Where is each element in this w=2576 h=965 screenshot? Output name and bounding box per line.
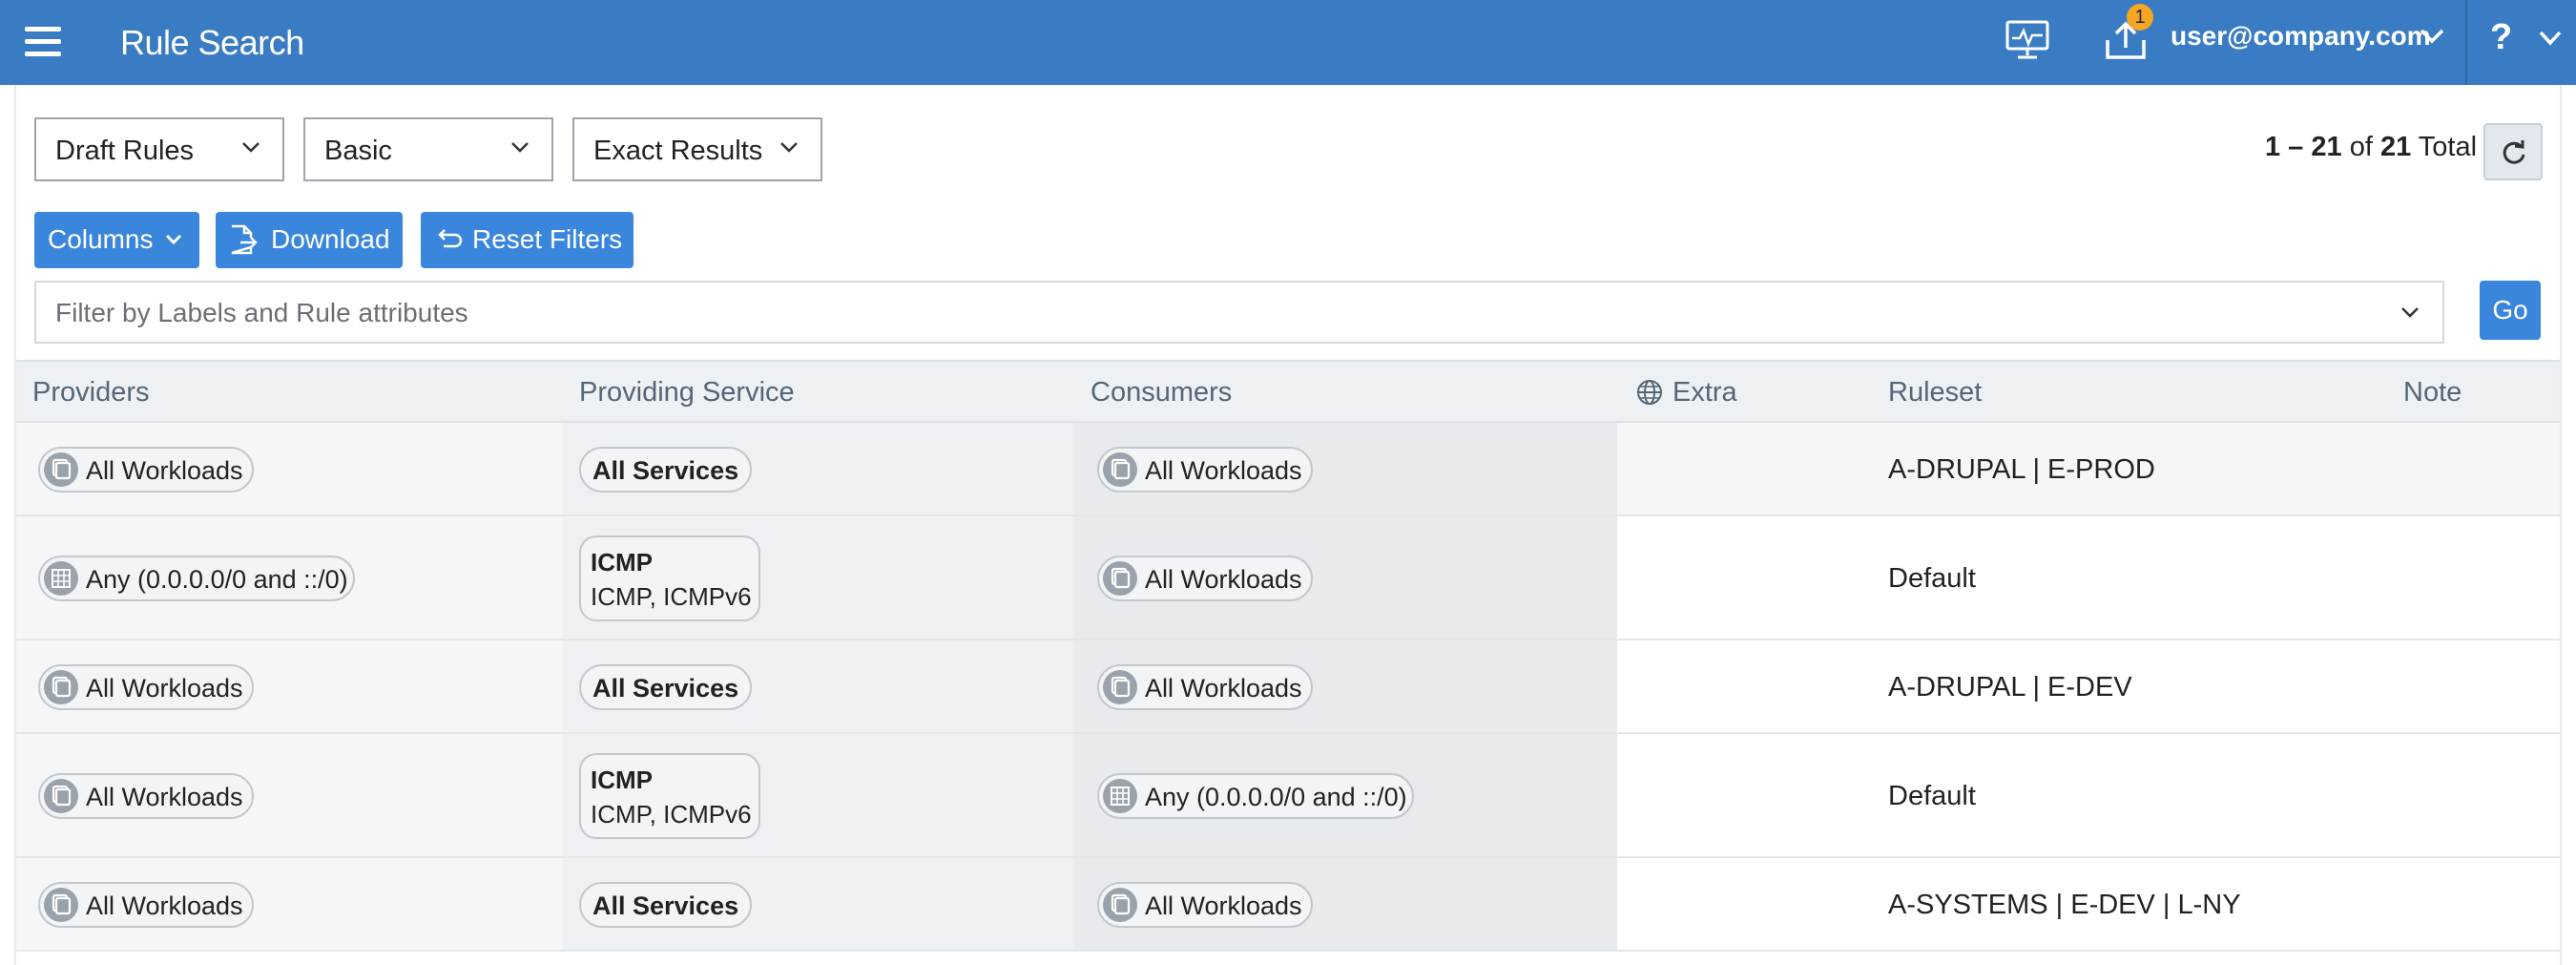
workload-icon [44, 452, 78, 493]
column-header-consumers[interactable]: Consumers [1091, 377, 1232, 409]
undo-icon [438, 229, 463, 248]
chevron-down-icon [2539, 31, 2562, 46]
label-chip[interactable]: All Workloads [38, 773, 254, 819]
ip-list-icon [1103, 779, 1137, 820]
label-chip-text: All Workloads [86, 783, 243, 811]
label-chip[interactable]: All Workloads [38, 664, 254, 710]
help-menu[interactable]: ? [2481, 15, 2576, 63]
label-chip-text: All Workloads [1145, 674, 1302, 703]
column-header-providing-service[interactable]: Providing Service [579, 377, 795, 409]
label-chip[interactable]: All Workloads [38, 882, 254, 928]
result-count: 1 – 21 of 21 Total [2265, 132, 2477, 163]
service-chip[interactable]: All Services [579, 447, 753, 493]
chevron-down-icon [511, 142, 529, 153]
top-header: Rule Search 1 user@company.com ? [0, 0, 2576, 85]
columns-label: Columns [48, 224, 154, 254]
refresh-icon [2503, 140, 2525, 164]
label-chip[interactable]: Any (0.0.0.0/0 and ::/0) [1097, 773, 1414, 819]
workload-icon [1103, 670, 1137, 711]
label-chip-text: All Workloads [1145, 565, 1302, 594]
file-export-icon [231, 224, 258, 255]
workload-icon [44, 779, 78, 820]
select-value: Exact Results [593, 136, 763, 166]
select-value: Draft Rules [55, 136, 195, 166]
label-chip-text: All Workloads [1145, 892, 1302, 920]
service-chip[interactable]: All Services [579, 664, 753, 710]
table-row[interactable]: Any (0.0.0.0/0 and ::/0) ICMPICMP, ICMPv6… [16, 516, 2560, 640]
label-chip-text: All Workloads [86, 456, 243, 485]
chevron-down-icon[interactable] [2399, 305, 2420, 321]
label-chip[interactable]: All Workloads [38, 447, 254, 493]
ruleset-name[interactable]: Default [1888, 563, 1976, 595]
result-total-label: Total [2418, 132, 2478, 162]
service-chip[interactable]: ICMP ICMP, ICMPv6 [579, 535, 760, 621]
result-of: of [2349, 132, 2373, 162]
help-icon: ? [2490, 17, 2513, 57]
service-name: ICMP [591, 548, 653, 577]
label-chip-text: All Workloads [1145, 456, 1302, 485]
column-header-providers[interactable]: Providers [32, 377, 150, 409]
service-protocols: ICMP, ICMPv6 [591, 800, 752, 829]
label-chip-text: All Workloads [86, 892, 243, 920]
chevron-down-icon[interactable] [2419, 27, 2445, 46]
notification-badge: 1 [2127, 4, 2153, 31]
monitor-icon[interactable] [2005, 19, 2049, 61]
label-chip[interactable]: All Workloads [1097, 664, 1313, 710]
label-chip[interactable]: All Workloads [1097, 556, 1313, 601]
ruleset-name[interactable]: A-DRUPAL | E-DEV [1888, 672, 2132, 703]
ruleset-name[interactable]: A-DRUPAL | E-PROD [1888, 454, 2155, 486]
download-label: Download [271, 224, 390, 254]
table-row[interactable]: All Workloads All Services All Workloads A-… [16, 858, 2560, 952]
chevron-down-icon [242, 142, 260, 153]
service-chip[interactable]: ICMP ICMP, ICMPv6 [579, 753, 760, 839]
filter-input[interactable]: Filter by Labels and Rule attributes [34, 281, 2444, 344]
chevron-down-icon [165, 234, 182, 245]
match-mode-select[interactable]: Exact Results [572, 117, 822, 181]
ruleset-name[interactable]: Default [1888, 781, 1976, 812]
go-button[interactable]: Go [2480, 281, 2541, 340]
download-button[interactable]: Download [216, 212, 403, 268]
table-row[interactable]: All Workloads All Services All Workloads A-… [16, 640, 2560, 734]
refresh-button[interactable] [2483, 123, 2543, 180]
ruleset-name[interactable]: A-SYSTEMS | E-DEV | L-NY [1888, 890, 2241, 921]
menu-icon[interactable] [25, 27, 61, 57]
column-header-note[interactable]: Note [2403, 377, 2462, 409]
page-title: Rule Search [120, 23, 304, 62]
workload-icon [1103, 452, 1137, 493]
user-menu[interactable]: user@company.com [2171, 21, 2431, 52]
label-chip-text: All Workloads [86, 674, 243, 703]
rule-type-select[interactable]: Draft Rules [34, 117, 284, 181]
chevron-down-icon [780, 142, 798, 153]
service-name: ICMP [591, 766, 653, 794]
workload-icon [44, 888, 78, 929]
result-range: 1 – 21 [2265, 132, 2342, 162]
ip-list-icon [44, 561, 78, 602]
reset-filters-button[interactable]: Reset Filters [421, 212, 634, 268]
filter-placeholder: Filter by Labels and Rule attributes [55, 298, 468, 327]
label-chip-text: Any (0.0.0.0/0 and ::/0) [86, 565, 348, 594]
column-header-extra[interactable]: Extra [1672, 377, 1737, 409]
table-header: Providers Providing Service Consumers Ex… [16, 360, 2560, 423]
search-mode-select[interactable]: Basic [303, 117, 553, 181]
label-chip-text: Any (0.0.0.0/0 and ::/0) [1145, 783, 1407, 811]
select-value: Basic [324, 136, 392, 166]
reset-filters-label: Reset Filters [472, 224, 623, 254]
globe-icon [1637, 380, 1662, 405]
service-chip[interactable]: All Services [579, 882, 753, 928]
workload-icon [1103, 888, 1137, 929]
columns-button[interactable]: Columns [34, 212, 199, 268]
result-total: 21 [2379, 132, 2412, 162]
workload-icon [1103, 561, 1137, 602]
label-chip[interactable]: All Workloads [1097, 882, 1313, 928]
workload-icon [44, 670, 78, 711]
header-divider [2465, 0, 2467, 85]
table-row[interactable]: All Workloads ICMP ICMP, ICMPv6 Any (0.0.0.… [16, 734, 2560, 858]
label-chip[interactable]: All Workloads [1097, 447, 1313, 493]
label-chip[interactable]: Any (0.0.0.0/0 and ::/0) [38, 556, 355, 601]
table-row[interactable]: All Workloads All Services All Workloads A-… [16, 423, 2560, 516]
service-protocols: ICMP, ICMPv6 [591, 582, 752, 611]
column-header-ruleset[interactable]: Ruleset [1888, 377, 1982, 409]
